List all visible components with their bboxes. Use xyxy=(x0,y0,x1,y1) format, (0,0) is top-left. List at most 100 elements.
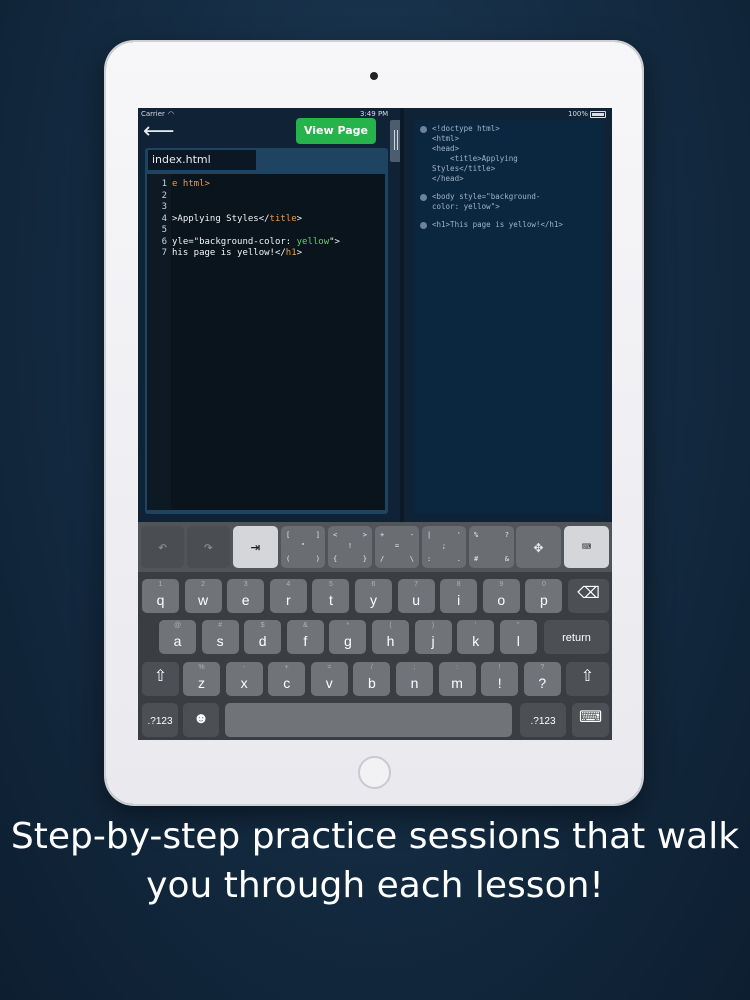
key-label: v xyxy=(325,675,333,691)
code-token: > xyxy=(296,213,303,224)
home-button[interactable] xyxy=(358,756,391,789)
numbers-key-right[interactable]: .?123 xyxy=(520,703,566,737)
angles-key[interactable]: < > {}! xyxy=(328,526,372,568)
key-z[interactable]: % z xyxy=(183,662,220,696)
undo-icon: ↶ xyxy=(157,537,168,556)
key-label: z xyxy=(198,675,205,691)
collapse-dot-icon[interactable] xyxy=(420,126,427,133)
back-arrow-icon[interactable]: ⟵ xyxy=(143,121,175,143)
return-label: return xyxy=(562,632,591,644)
key-alt-symbol: 5 xyxy=(328,581,333,588)
key-symbol: ! xyxy=(347,542,353,550)
punct-key[interactable]: | ':.; xyxy=(422,526,466,568)
key-symbol: ) xyxy=(315,555,320,563)
key-f[interactable]: & f xyxy=(286,620,324,654)
key-label: j xyxy=(431,633,435,649)
key-alt-symbol: 4 xyxy=(286,581,291,588)
dismiss-keyboard-key[interactable]: ⌨ xyxy=(572,703,609,737)
code-lines[interactable]: e html> >Applying Styles</title> yle="back… xyxy=(172,179,340,260)
key-symbol: \ xyxy=(409,555,414,563)
undo-key[interactable]: ↶ xyxy=(141,526,184,568)
delete-icon: ⌫ xyxy=(577,585,600,602)
code-editor[interactable]: 1234567 e html> >Applying Styles</title> y… xyxy=(147,174,385,510)
key-v[interactable]: = v xyxy=(310,662,348,696)
key-alt-symbol: ( xyxy=(389,622,392,629)
key-p[interactable]: 0p xyxy=(525,579,563,613)
key-n[interactable]: ; n xyxy=(396,662,433,696)
key-symbol: [ xyxy=(286,531,291,539)
tab-key[interactable]: ⇥ xyxy=(233,526,278,568)
battery-percent: 100% xyxy=(567,110,588,118)
code-line: >Applying Styles</title> xyxy=(172,214,340,226)
key-label: n xyxy=(410,675,419,691)
line-number-gutter: 1234567 xyxy=(147,174,171,510)
key-o[interactable]: 9o xyxy=(482,579,520,613)
numbers-key[interactable]: .?123 xyxy=(142,703,178,737)
key-label: i xyxy=(457,592,461,608)
key-t[interactable]: 5t xyxy=(312,579,350,613)
key-![interactable]: !! xyxy=(481,662,519,696)
arrows-icon: ✥ xyxy=(533,537,544,556)
key-label: e xyxy=(241,592,250,608)
delete-key[interactable]: ⌫ xyxy=(568,579,609,613)
key-b[interactable]: / b xyxy=(353,662,391,696)
key-w[interactable]: 2w xyxy=(184,579,222,613)
key-g[interactable]: * g xyxy=(329,620,367,654)
key-k[interactable]: ' k xyxy=(457,620,495,654)
key-symbol: / xyxy=(380,555,385,563)
key-a[interactable]: @ a xyxy=(159,620,196,654)
left-shift-key[interactable]: ⇧ xyxy=(142,662,179,696)
key-alt-symbol: 3 xyxy=(243,581,248,588)
right-shift-key[interactable]: ⇧ xyxy=(566,662,609,696)
key-h[interactable]: (h xyxy=(372,620,409,654)
key-symbol: " xyxy=(300,542,306,550)
line-number: 4 xyxy=(161,213,167,224)
preview-code: <h1>This page is yellow!</h1> xyxy=(432,220,563,229)
key-q[interactable]: 1q xyxy=(142,579,179,613)
space-bar[interactable] xyxy=(225,703,512,737)
symbols-key[interactable]: %? # & xyxy=(469,526,514,568)
front-camera xyxy=(370,72,378,80)
key-symbol: = xyxy=(394,542,400,550)
wifi-icon: ◠ xyxy=(167,110,175,118)
redo-key[interactable]: ↷ xyxy=(187,526,230,568)
key-alt-symbol: & xyxy=(302,622,308,629)
key-l[interactable]: " l xyxy=(499,620,537,654)
key-?[interactable]: ?? xyxy=(523,662,561,696)
view-page-button[interactable]: View Page xyxy=(296,118,376,144)
key-symbol: . xyxy=(456,555,461,563)
key-label: w xyxy=(198,592,209,608)
code-token: >Applying Styles</ xyxy=(172,213,270,224)
key-alt-symbol: / xyxy=(370,664,373,671)
key-m[interactable]: :m xyxy=(438,662,476,696)
dismissboard-key-icon: ⌨ xyxy=(578,709,603,726)
editor-container: index.html 1234567 e html> >Applying Styl… xyxy=(145,148,388,514)
key-d[interactable]: $ d xyxy=(244,620,282,654)
key-s[interactable]: # s xyxy=(201,620,239,654)
key-j[interactable]: ) j xyxy=(414,620,452,654)
key-i[interactable]: 8i xyxy=(440,579,478,613)
filename-field[interactable]: index.html xyxy=(148,150,256,170)
code-line: e html> xyxy=(172,179,340,191)
brackets-key[interactable]: [] () " xyxy=(281,526,325,568)
math-key[interactable]: + - / \ = xyxy=(375,526,419,568)
emoji-key[interactable]: ☻ xyxy=(183,703,219,737)
hide-keyboard-key[interactable]: ⌨ xyxy=(564,526,609,568)
key-y[interactable]: 6y xyxy=(355,579,392,613)
key-e[interactable]: 3e xyxy=(227,579,265,613)
emoji-icon: ☻ xyxy=(193,710,209,727)
key-alt-symbol: # xyxy=(218,622,223,629)
tab-icon: ⇥ xyxy=(250,537,261,556)
key-alt-symbol: + xyxy=(284,664,289,671)
key-symbol: ( xyxy=(286,555,291,563)
collapse-dot-icon[interactable] xyxy=(420,222,427,229)
key-c[interactable]: + c xyxy=(268,662,306,696)
key-alt-symbol: 8 xyxy=(456,581,461,588)
key-x[interactable]: -x xyxy=(225,662,263,696)
collapse-dot-icon[interactable] xyxy=(420,194,427,201)
key-u[interactable]: 7u xyxy=(397,579,435,613)
key-r[interactable]: 4r xyxy=(269,579,307,613)
key-alt-symbol: $ xyxy=(260,622,265,629)
return-key[interactable]: return xyxy=(544,620,609,654)
arrows-key[interactable]: ✥ xyxy=(516,526,561,568)
